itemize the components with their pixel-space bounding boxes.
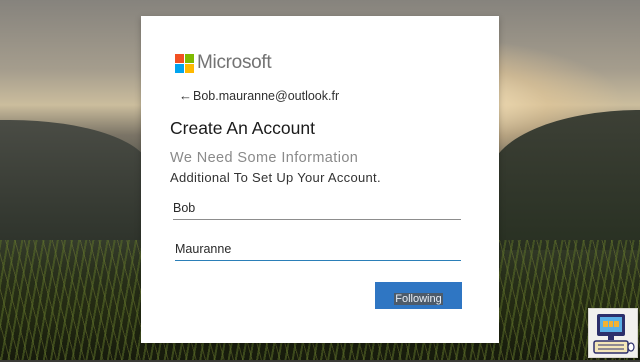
last-name-input[interactable] [175,238,461,261]
signup-card: Microsoft ← Bob.mauranne@outlook.fr Crea… [141,16,499,343]
back-arrow-icon[interactable]: ← [179,88,192,103]
computer-keyboard-icon [593,314,635,354]
next-button-label: Following [394,293,443,305]
page-title: Create An Account [170,118,315,138]
microsoft-logo-icon [175,53,194,73]
next-button[interactable]: Following [375,282,462,309]
logo-square-green [185,53,194,63]
back-identity[interactable]: ← Bob.mauranne@outlook.fr [179,88,339,103]
subtitle-line-1: We Need Some Information [170,150,359,166]
keyboard-badge [588,308,638,358]
microsoft-brand: Microsoft [175,52,272,74]
brand-name: Microsoft [197,52,272,73]
logo-square-blue [175,63,184,73]
account-email: Bob.mauranne@outlook.fr [193,88,340,103]
logo-square-red [175,53,184,63]
subtitle-line-2: Additional To Set Up Your Account. [170,170,381,185]
logo-square-yellow [185,63,194,73]
first-name-input[interactable] [173,197,461,220]
